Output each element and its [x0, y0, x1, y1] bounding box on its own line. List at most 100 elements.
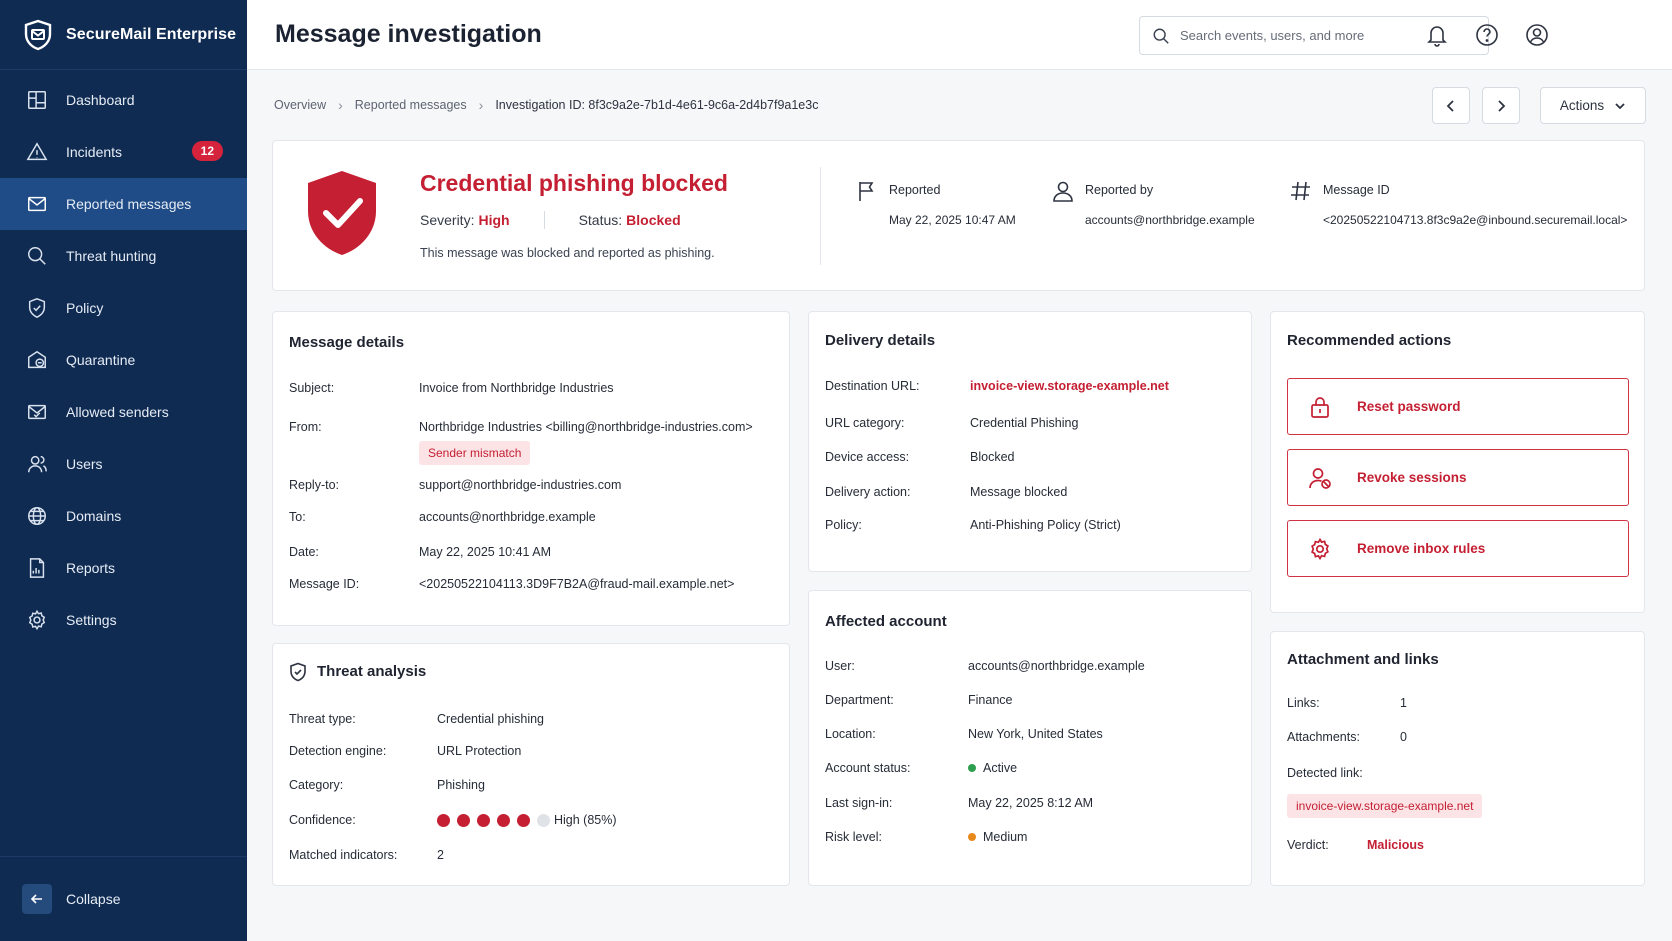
verdict-label: Verdict:	[1287, 838, 1329, 852]
arrow-left-icon	[22, 884, 52, 914]
chevron-right-icon: ›	[478, 97, 484, 113]
message-details-card: Message details Subject: Invoice from No…	[272, 311, 790, 626]
risk-level-text: Medium	[983, 830, 1028, 844]
breadcrumb-reported-messages[interactable]: Reported messages	[355, 98, 467, 112]
user-avatar-icon[interactable]	[1524, 22, 1550, 48]
attachments-value: 0	[1400, 730, 1407, 744]
sidebar-item-label: Dashboard	[66, 92, 135, 108]
url-category-label: URL category:	[825, 416, 905, 430]
department-value: Finance	[968, 693, 1013, 707]
flag-icon	[859, 182, 874, 201]
collapse-button[interactable]: Collapse	[0, 856, 247, 941]
brand[interactable]: SecureMail Enterprise	[0, 0, 247, 70]
sidebar: SecureMail Enterprise Dashboard Incident…	[0, 0, 247, 941]
sidebar-item-quarantine[interactable]: Quarantine	[0, 334, 247, 386]
verdict-value: Malicious	[1367, 838, 1424, 852]
to-label: To:	[289, 510, 306, 524]
threat-analysis-card: Threat analysis Threat type: Credential …	[272, 643, 790, 886]
next-button[interactable]	[1482, 87, 1520, 124]
last-signin-value: May 22, 2025 8:12 AM	[968, 796, 1094, 810]
globe-icon	[28, 507, 46, 525]
message-id-label: Message ID:	[289, 577, 360, 591]
help-icon[interactable]	[1474, 22, 1500, 48]
actions-label: Actions	[1559, 98, 1605, 113]
reported-by-value: accounts@northbridge.example	[1085, 213, 1255, 227]
top-bar: Message investigation	[247, 0, 1672, 70]
mail-icon	[28, 196, 46, 212]
message-id-value: <20250522104113.3D9F7B2A@fraud-mail.exam…	[419, 577, 735, 591]
sidebar-item-label: Reports	[66, 560, 116, 576]
action-label: Revoke sessions	[1357, 470, 1467, 485]
app-name: SecureMail Enterprise	[66, 25, 237, 43]
matched-indicators-label: Matched indicators:	[289, 848, 398, 862]
gear-icon	[1311, 537, 1329, 560]
incidents-count-badge: 12	[191, 141, 223, 161]
incident-title: Credential phishing blocked	[420, 170, 728, 196]
sidebar-item-settings[interactable]: Settings	[0, 594, 247, 646]
account-status-text: Active	[983, 761, 1018, 775]
subject-value: Invoice from Northbridge Industries	[419, 381, 614, 395]
recommended-actions-card: Recommended actions Reset password Revok…	[1270, 311, 1645, 613]
to-value: accounts@northbridge.example	[419, 510, 596, 524]
confidence-dot-filled	[457, 814, 470, 827]
detected-link-badge[interactable]: invoice-view.storage-example.net	[1287, 794, 1483, 818]
detection-engine-label: Detection engine:	[289, 744, 387, 758]
users-icon	[28, 455, 47, 473]
card-title: Attachment and links	[1287, 651, 1439, 668]
bell-icon[interactable]	[1424, 22, 1450, 48]
user-value: accounts@northbridge.example	[968, 659, 1145, 673]
card-title: Affected account	[825, 613, 947, 630]
user-revoke-icon	[1309, 467, 1331, 489]
risk-dot	[968, 833, 976, 841]
gear-icon	[28, 609, 46, 631]
confidence-dot-filled	[517, 814, 530, 827]
sidebar-item-label: Incidents	[66, 144, 123, 160]
device-access-value: Blocked	[970, 450, 1015, 464]
destination-url-link[interactable]: invoice-view.storage-example.net	[970, 379, 1169, 393]
confidence-dot-filled	[497, 814, 510, 827]
previous-button[interactable]	[1432, 87, 1470, 124]
sidebar-item-users[interactable]: Users	[0, 438, 247, 490]
action-label: Reset password	[1357, 399, 1461, 414]
message-id-value: <20250522104713.8f3c9a2e@inbound.securem…	[1323, 213, 1628, 227]
sidebar-item-policy[interactable]: Policy	[0, 282, 247, 334]
device-access-label: Device access:	[825, 450, 910, 464]
confidence-dot-filled	[477, 814, 490, 827]
divider	[543, 211, 545, 229]
date-label: Date:	[289, 545, 319, 559]
sidebar-item-threat-hunting[interactable]: Threat hunting	[0, 230, 247, 282]
card-title: Delivery details	[825, 332, 936, 349]
sidebar-item-domains[interactable]: Domains	[0, 490, 247, 542]
summary-card: Credential phishing blocked Severity: Hi…	[272, 140, 1645, 291]
summary-meta: Severity: High Status: Blocked	[420, 211, 681, 229]
remove-inbox-rules-button[interactable]: Remove inbox rules	[1287, 520, 1629, 577]
sidebar-nav: Dashboard Incidents 12 Reported messages…	[0, 70, 247, 646]
sidebar-item-dashboard[interactable]: Dashboard	[0, 74, 247, 126]
search-icon	[1153, 28, 1169, 44]
sidebar-item-reports[interactable]: Reports	[0, 542, 247, 594]
breadcrumb-overview[interactable]: Overview	[274, 98, 326, 112]
actions-dropdown[interactable]: Actions	[1540, 87, 1646, 124]
attachments-label: Attachments:	[1287, 730, 1360, 744]
status-dot	[968, 764, 976, 772]
revoke-sessions-button[interactable]: Revoke sessions	[1287, 449, 1629, 506]
warning-icon	[26, 142, 48, 161]
card-title: Message details	[289, 334, 405, 351]
reply-to-value: support@northbridge-industries.com	[419, 478, 622, 492]
sidebar-item-reported-messages[interactable]: Reported messages	[0, 178, 247, 230]
sidebar-item-label: Domains	[66, 508, 122, 524]
last-signin-label: Last sign-in:	[825, 796, 893, 810]
mail-check-icon	[28, 404, 46, 420]
message-id-label: Message ID	[1323, 183, 1390, 197]
hash-icon	[1291, 181, 1310, 201]
user-label: User:	[825, 659, 855, 673]
dashboard-icon	[28, 91, 46, 109]
reported-label: Reported	[889, 183, 941, 197]
card-title: Recommended actions	[1287, 332, 1452, 349]
from-value: Northbridge Industries <billing@northbri…	[419, 420, 753, 434]
reset-password-button[interactable]: Reset password	[1287, 378, 1629, 435]
shield-check-icon	[308, 171, 376, 255]
sidebar-item-incidents[interactable]: Incidents 12	[0, 126, 247, 178]
sidebar-item-allowed-senders[interactable]: Allowed senders	[0, 386, 247, 438]
account-status-value: Active	[968, 761, 1017, 775]
